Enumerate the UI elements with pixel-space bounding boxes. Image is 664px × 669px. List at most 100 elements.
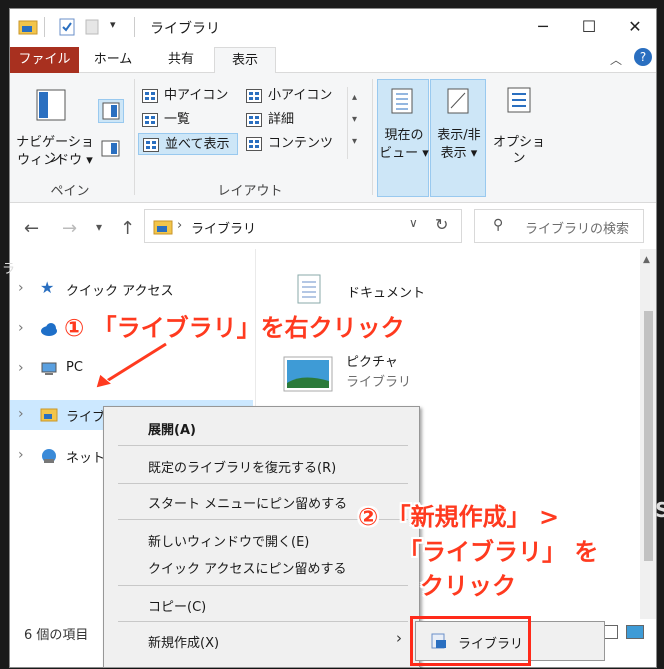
list-icon <box>142 113 158 127</box>
layout-list[interactable]: 一覧 <box>138 109 238 131</box>
close-button[interactable]: ✕ <box>612 9 656 43</box>
chevron-right-icon[interactable]: › <box>18 320 24 336</box>
layout-label: 並べて表示 <box>165 137 230 152</box>
menu-item-expand[interactable]: 展開(A) <box>148 419 196 438</box>
menu-item-restore-default-libraries[interactable]: 既定のライブラリを復元する(R) <box>148 457 336 476</box>
current-view-button[interactable]: 現在の ビュー ▾ <box>377 79 429 197</box>
back-arrow-icon[interactable]: ← <box>24 218 39 239</box>
layout-label: コンテンツ <box>268 136 334 151</box>
details-pane-icon <box>101 140 120 157</box>
expand-gallery-icon[interactable]: ▾ <box>348 131 361 153</box>
chevron-right-icon[interactable]: › <box>18 280 24 296</box>
group-title-pane: ペイン <box>50 184 90 199</box>
menu-separator <box>118 445 408 446</box>
new-folder-icon[interactable] <box>84 18 100 36</box>
address-path[interactable]: ライブラリ <box>191 218 256 237</box>
quick-access-dropdown-icon[interactable]: ▾ <box>110 18 116 31</box>
library-item-pictures[interactable]: ピクチャ ライブラリ <box>282 355 411 399</box>
options-label[interactable]: オプション <box>488 135 550 167</box>
search-icon: ⚲ <box>493 217 504 233</box>
group-separator <box>134 79 135 195</box>
scroll-thumb[interactable] <box>644 311 653 561</box>
tab-home[interactable]: ホーム <box>82 47 144 73</box>
annotation-step1: ① 「ライブラリ」を右クリック <box>64 314 405 342</box>
background-fragment: ラ <box>2 262 16 277</box>
ribbon: ナビゲーション ウィンドウ ▾ ペイン 中アイコン 小アイコン 一覧 詳細 並べ… <box>10 73 656 203</box>
library-folder-icon <box>153 220 173 235</box>
forward-arrow-icon[interactable]: → <box>62 218 77 239</box>
search-input[interactable]: ⚲ ライブラリの検索 <box>474 209 644 243</box>
chevron-right-icon[interactable]: › <box>18 447 24 463</box>
minimize-button[interactable]: ─ <box>520 9 566 43</box>
item-name: ピクチャ <box>346 355 398 370</box>
scroll-up-icon[interactable]: ▲ <box>643 255 650 265</box>
up-arrow-icon[interactable]: ↑ <box>120 218 135 239</box>
breadcrumb-chevron-icon[interactable]: › <box>177 218 182 233</box>
recent-locations-icon[interactable]: ▾ <box>96 220 102 234</box>
annotation-highlight-box <box>410 616 531 666</box>
refresh-icon[interactable]: ↻ <box>435 215 448 234</box>
details-pane-button[interactable] <box>100 139 122 163</box>
star-icon: ★ <box>40 278 55 297</box>
details-icon <box>246 113 262 127</box>
options-icon[interactable] <box>506 87 532 115</box>
menu-item-pin-to-quick-access[interactable]: クイック アクセスにピン留めする <box>148 558 346 577</box>
scroll-down-icon[interactable]: ▾ <box>348 109 361 131</box>
group-title-layout: レイアウト <box>217 184 283 199</box>
library-item-documents[interactable]: ドキュメント <box>295 274 425 310</box>
layout-medium-icons[interactable]: 中アイコン <box>138 85 238 107</box>
chevron-up-icon[interactable]: ︿ <box>610 51 622 68</box>
chevron-right-icon[interactable]: › <box>18 360 24 376</box>
menu-item-pin-to-start[interactable]: スタート メニューにピン留めする <box>148 493 347 512</box>
help-icon[interactable]: ? <box>634 48 652 66</box>
tab-file[interactable]: ファイル <box>10 47 79 73</box>
layout-scroll[interactable]: ▴ ▾ ▾ <box>347 87 361 159</box>
submenu-arrow-icon: › <box>396 629 402 647</box>
divider <box>44 17 45 37</box>
maximize-button[interactable]: ☐ <box>566 9 612 43</box>
menu-item-open-new-window[interactable]: 新しいウィンドウで開く(E) <box>148 531 309 550</box>
tab-view[interactable]: 表示 <box>214 47 276 75</box>
annotation-step2-line3: クリック <box>420 572 516 600</box>
window-title: ライブラリ <box>150 21 220 37</box>
content-icon <box>246 137 262 151</box>
documents-icon <box>297 274 321 304</box>
large-icons-view-icon[interactable] <box>626 625 644 639</box>
navigation-pane-icon[interactable] <box>36 89 66 121</box>
library-folder-icon <box>40 408 58 422</box>
show-hide-label: 表示/非 <box>437 128 481 143</box>
nav-label: PC <box>66 360 83 375</box>
layout-label: 一覧 <box>164 112 191 127</box>
layout-label: 詳細 <box>268 112 295 127</box>
layout-tiles[interactable]: 並べて表示 <box>138 133 238 155</box>
current-view-label-2: ビュー ▾ <box>379 146 429 161</box>
scroll-up-icon[interactable]: ▴ <box>348 87 361 109</box>
status-item-count: 6 個の項目 <box>24 628 89 643</box>
tab-share[interactable]: 共有 <box>150 47 212 73</box>
folder-library-icon <box>18 20 38 35</box>
network-icon <box>42 449 56 463</box>
nav-item-quick-access[interactable]: › ★ クイック アクセス <box>10 274 253 304</box>
sort-by-icon <box>391 88 413 114</box>
layout-label: 小アイコン <box>268 88 333 103</box>
annotation-step2-line2: 「ライブラリ」 を <box>398 538 599 566</box>
divider <box>134 17 135 37</box>
chevron-right-icon[interactable]: › <box>18 406 24 422</box>
menu-item-new[interactable]: 新規作成(X) <box>148 632 219 651</box>
layout-content[interactable]: コンテンツ <box>242 133 342 155</box>
annotation-arrow-icon <box>95 341 168 389</box>
title-bar: ▾ ライブラリ ─ ☐ ✕ <box>10 9 656 45</box>
show-hide-button[interactable]: 表示/非 表示 ▾ <box>430 79 486 197</box>
menu-separator <box>118 483 408 484</box>
menu-item-copy[interactable]: コピー(C) <box>148 596 206 615</box>
tiles-icon <box>143 138 159 152</box>
nav-label: クイック アクセス <box>66 284 174 299</box>
layout-small-icons[interactable]: 小アイコン <box>242 85 342 107</box>
navigation-pane-label-2[interactable]: ウィンドウ ▾ <box>16 153 94 169</box>
preview-pane-button[interactable] <box>98 99 124 123</box>
show-hide-icon <box>447 88 469 114</box>
cloud-icon <box>41 323 57 336</box>
layout-details[interactable]: 詳細 <box>242 109 342 131</box>
vertical-scrollbar[interactable]: ▲ <box>640 249 656 619</box>
properties-icon[interactable] <box>58 18 76 36</box>
